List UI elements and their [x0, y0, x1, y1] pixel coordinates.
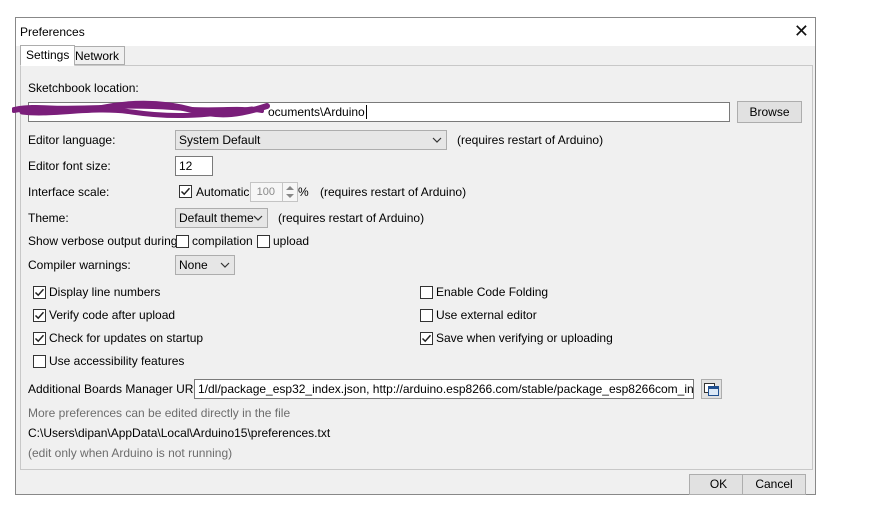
- checkmark-icon: [180, 187, 191, 196]
- tab-settings[interactable]: Settings: [20, 45, 76, 66]
- chevron-down-icon: [432, 137, 442, 143]
- checkmark-icon: [34, 311, 45, 320]
- verbose-label: Show verbose output during:: [28, 234, 181, 248]
- accessibility-label: Use accessibility features: [49, 354, 185, 368]
- spinner-arrows[interactable]: [282, 183, 297, 201]
- save-on-verify-checkbox[interactable]: [420, 332, 433, 345]
- theme-label: Theme:: [28, 211, 69, 225]
- cancel-button[interactable]: Cancel: [742, 474, 806, 495]
- verify-after-upload-label: Verify code after upload: [49, 308, 176, 322]
- edit-hint: (edit only when Arduino is not running): [28, 446, 233, 460]
- browse-button[interactable]: Browse: [737, 101, 802, 123]
- more-prefs-note: More preferences can be edited directly …: [28, 406, 291, 420]
- scale-spinner[interactable]: 100: [250, 182, 298, 202]
- external-editor-checkbox[interactable]: [420, 309, 433, 322]
- preferences-dialog: Preferences ✕ Settings Network Sketchboo…: [15, 17, 816, 495]
- scale-unit: %: [298, 185, 309, 199]
- checkmark-icon: [34, 334, 45, 343]
- sketchbook-path-text: ocuments\Arduino: [268, 105, 365, 119]
- automatic-scale-checkbox[interactable]: [179, 185, 192, 198]
- edit-urls-button[interactable]: [701, 379, 722, 399]
- theme-select[interactable]: Default theme: [175, 208, 268, 228]
- check-updates-label: Check for updates on startup: [49, 331, 204, 345]
- ok-button[interactable]: OK: [689, 474, 748, 495]
- theme-note: (requires restart of Arduino): [278, 211, 425, 225]
- compiler-warnings-value: None: [179, 258, 208, 272]
- external-editor-label: Use external editor: [436, 308, 537, 322]
- editor-language-value: System Default: [179, 133, 261, 147]
- title-bar: Preferences ✕: [16, 18, 815, 46]
- verbose-upload-label: upload: [273, 234, 310, 248]
- editor-language-label: Editor language:: [28, 133, 116, 147]
- font-size-input[interactable]: 12: [175, 156, 213, 176]
- display-line-numbers-checkbox[interactable]: [33, 286, 46, 299]
- arrow-up-icon[interactable]: [286, 186, 294, 190]
- check-updates-checkbox[interactable]: [33, 332, 46, 345]
- verbose-upload-checkbox[interactable]: [257, 235, 270, 248]
- display-line-numbers-label: Display line numbers: [49, 285, 161, 299]
- accessibility-checkbox[interactable]: [33, 355, 46, 368]
- boards-urls-label: Additional Boards Manager URLs:: [28, 382, 210, 396]
- window-list-icon: [704, 383, 719, 396]
- close-icon[interactable]: ✕: [794, 21, 809, 41]
- interface-scale-label: Interface scale:: [28, 185, 110, 199]
- code-folding-label: Enable Code Folding: [436, 285, 549, 299]
- window-title: Preferences: [20, 25, 85, 39]
- font-size-label: Editor font size:: [28, 159, 111, 173]
- theme-value: Default theme: [179, 211, 254, 225]
- checkmark-icon: [421, 334, 432, 343]
- sketchbook-label: Sketchbook location:: [28, 81, 139, 95]
- verify-after-upload-checkbox[interactable]: [33, 309, 46, 322]
- editor-language-select[interactable]: System Default: [175, 130, 447, 150]
- editor-language-note: (requires restart of Arduino): [457, 133, 604, 147]
- chevron-down-icon: [253, 215, 263, 221]
- chevron-down-icon: [220, 262, 230, 268]
- checkmark-icon: [34, 288, 45, 297]
- automatic-scale-label: Automatic: [196, 185, 250, 199]
- redaction-scribble: [12, 100, 270, 119]
- boards-urls-input[interactable]: 1/dl/package_esp32_index.json, http://ar…: [194, 379, 694, 399]
- compiler-warnings-select[interactable]: None: [175, 255, 235, 275]
- interface-scale-note: (requires restart of Arduino): [320, 185, 467, 199]
- save-on-verify-label: Save when verifying or uploading: [436, 331, 613, 345]
- compiler-warnings-label: Compiler warnings:: [28, 258, 131, 272]
- preferences-file-path: C:\Users\dipan\AppData\Local\Arduino15\p…: [28, 426, 331, 440]
- tab-network[interactable]: Network: [69, 46, 126, 65]
- arrow-down-icon[interactable]: [286, 194, 294, 198]
- code-folding-checkbox[interactable]: [420, 286, 433, 299]
- verbose-compilation-label: compilation: [192, 234, 253, 248]
- verbose-compilation-checkbox[interactable]: [176, 235, 189, 248]
- scale-value: 100: [256, 186, 275, 198]
